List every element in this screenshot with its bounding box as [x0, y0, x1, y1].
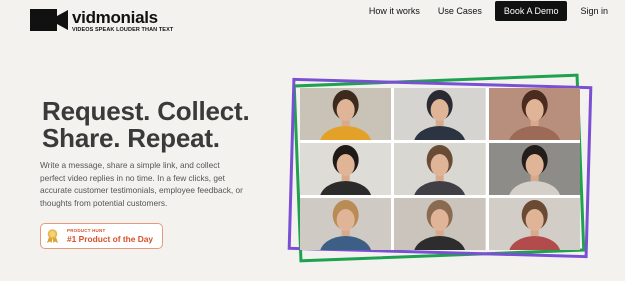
participant-video-icon — [488, 198, 580, 250]
brand-logo[interactable]: vidmonials VIDEOS SPEAK LOUDER THAN TEXT — [30, 9, 173, 33]
hero-description: Write a message, share a simple link, an… — [40, 160, 243, 208]
video-tile — [300, 198, 392, 250]
medal-icon — [47, 229, 58, 243]
badge-label: PRODUCT HUNT — [67, 228, 106, 233]
video-tile — [300, 143, 392, 195]
participant-video-icon — [300, 143, 392, 195]
brand-text: vidmonials VIDEOS SPEAK LOUDER THAN TEXT — [72, 9, 173, 33]
badge-title: #1 Product of the Day — [67, 234, 154, 244]
video-tile — [394, 143, 486, 195]
video-camera-icon — [30, 9, 68, 31]
participant-video-icon — [488, 88, 580, 140]
video-tile — [300, 88, 392, 140]
brand-name: vidmonials — [72, 8, 158, 27]
video-tile — [394, 198, 486, 250]
participant-video-icon — [488, 143, 580, 195]
participant-video-icon — [394, 88, 486, 140]
hero-headline-line-1: Request. Collect. — [42, 96, 250, 126]
hero-headline: Request. Collect. Share. Repeat. — [42, 98, 250, 152]
video-tile — [488, 88, 580, 140]
product-hunt-badge[interactable]: PRODUCT HUNT #1 Product of the Day — [40, 223, 163, 249]
participant-video-icon — [300, 88, 392, 140]
video-tile — [488, 198, 580, 250]
hero-headline-line-2: Share. Repeat. — [42, 123, 220, 153]
brand-tagline: VIDEOS SPEAK LOUDER THAN TEXT — [72, 27, 174, 33]
nav-link-use-cases[interactable]: Use Cases — [429, 6, 491, 16]
participant-video-icon — [394, 198, 486, 250]
participant-video-icon — [300, 198, 392, 250]
book-demo-button[interactable]: Book A Demo — [494, 1, 568, 21]
video-call-grid — [300, 88, 580, 250]
nav-link-how-it-works[interactable]: How it works — [360, 6, 429, 16]
landing-page: vidmonials VIDEOS SPEAK LOUDER THAN TEXT… — [0, 0, 625, 281]
main-nav: How it works Use Cases Book A Demo Sign … — [360, 1, 617, 21]
video-tile — [394, 88, 486, 140]
sign-in-link[interactable]: Sign in — [571, 6, 617, 16]
video-tile — [488, 143, 580, 195]
badge-text: PRODUCT HUNT #1 Product of the Day — [67, 228, 153, 244]
participant-video-icon — [394, 143, 486, 195]
